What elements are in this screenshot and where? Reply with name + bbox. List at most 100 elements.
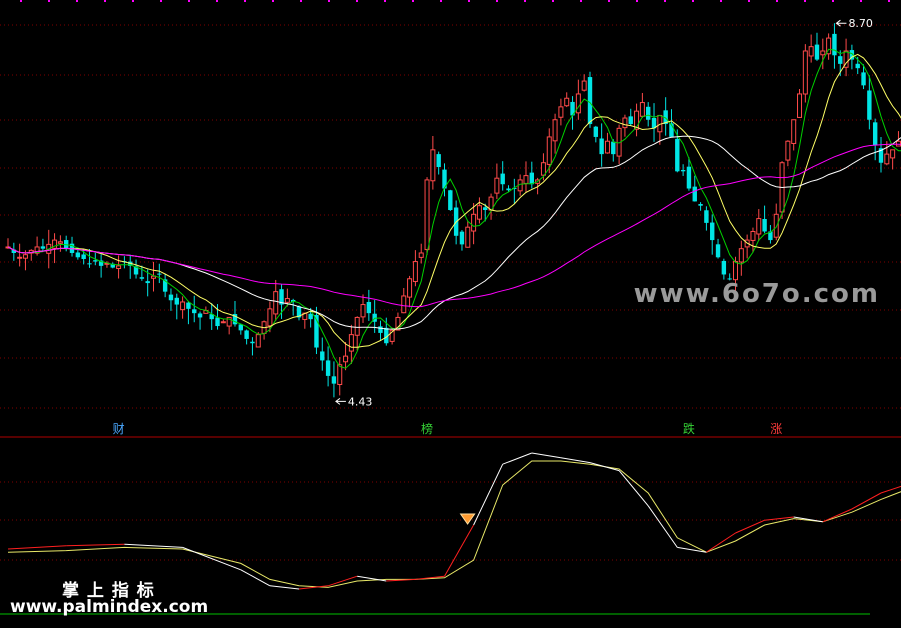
candle [587,71,593,128]
candle-body [791,119,797,144]
candle-body [255,334,261,348]
candle-body [343,355,349,363]
candle-body [308,313,313,320]
candle-body [401,295,407,314]
marker-die: 跌 [683,421,695,436]
chart-background [0,0,901,628]
candle-body [436,154,441,168]
stock-chart: 8.70 4.43 财榜跌涨 www.6o7o.com 掌 上 指 标 www.… [0,0,901,628]
top-tick [524,0,526,2]
candle-body [680,169,686,172]
candle-body [529,172,534,185]
top-tick [692,0,694,2]
top-tick [356,0,358,2]
candle-body [378,326,383,333]
candle-body [139,277,145,279]
top-tick [272,0,274,2]
top-tick [664,0,666,2]
marker-bang: 榜 [421,421,433,436]
candle-body [692,186,697,202]
top-tick [300,0,302,2]
top-tick [468,0,470,2]
top-tick [132,0,134,2]
candle-body [564,97,570,107]
candle-body [412,261,418,283]
candle-body [448,190,453,210]
candle-body [424,179,430,251]
candle-body [575,93,581,114]
candle-body [587,77,593,125]
candle-body [884,153,890,165]
candle-body [337,364,343,386]
candle-body [785,140,791,161]
high-price-label: 8.70 [848,17,873,30]
candle-body [250,341,255,344]
candle-body [622,117,628,129]
candle-body [354,316,360,336]
candle-body [558,106,564,118]
top-tick [832,0,834,2]
candle-body [494,177,500,194]
candle-body [832,33,837,56]
top-tick [888,0,890,2]
candle [448,189,453,211]
candle-body [593,126,599,137]
candle-body [483,207,488,210]
candle-body [814,44,820,60]
candle-body [459,231,465,245]
candle-body [93,260,98,262]
candle-body [773,213,779,238]
candle-body [639,102,645,117]
top-tick [608,0,610,2]
candle-body [838,56,843,64]
top-tick [860,0,862,2]
top-tick [776,0,778,2]
candle [424,177,430,255]
top-tick [580,0,582,2]
top-tick [48,0,50,2]
candle-body [581,80,587,91]
candle-body [22,254,28,259]
candle-body [186,302,191,309]
candle-body [244,330,249,339]
candle-body [872,122,878,146]
top-tick [412,0,414,2]
candle-body [192,309,197,314]
candle-body [738,248,744,263]
candle-body [168,294,174,301]
candle-body [320,351,325,361]
candle-body [604,140,610,154]
candle-body [797,93,803,118]
top-tick [160,0,162,2]
marker-cai: 财 [113,422,125,436]
candle-body [715,244,721,258]
marker-zhang: 涨 [770,421,782,436]
candle-body [267,308,273,327]
candle-body [430,149,436,182]
candle-body [75,252,81,258]
candle-body [750,230,756,241]
candle-body [523,175,529,184]
candle-body [867,90,872,120]
candle-body [284,298,290,303]
candle-body [238,324,243,331]
candle-body [407,278,413,298]
candle-body [331,376,337,384]
candle-body [808,46,814,57]
top-tick [384,0,386,2]
top-tick [748,0,750,2]
top-tick [636,0,638,2]
candle-body [174,297,179,305]
candle-body [17,256,23,259]
candle [802,44,808,103]
top-tick [804,0,806,2]
low-price-label: 4.43 [348,395,373,408]
candle-body [57,241,63,244]
candle-body [87,263,92,265]
candle-body [704,210,709,223]
candle-body [802,50,808,95]
candle-body [465,226,471,248]
candle-body [197,313,203,318]
candle-body [646,106,651,120]
candle-body [506,188,511,191]
